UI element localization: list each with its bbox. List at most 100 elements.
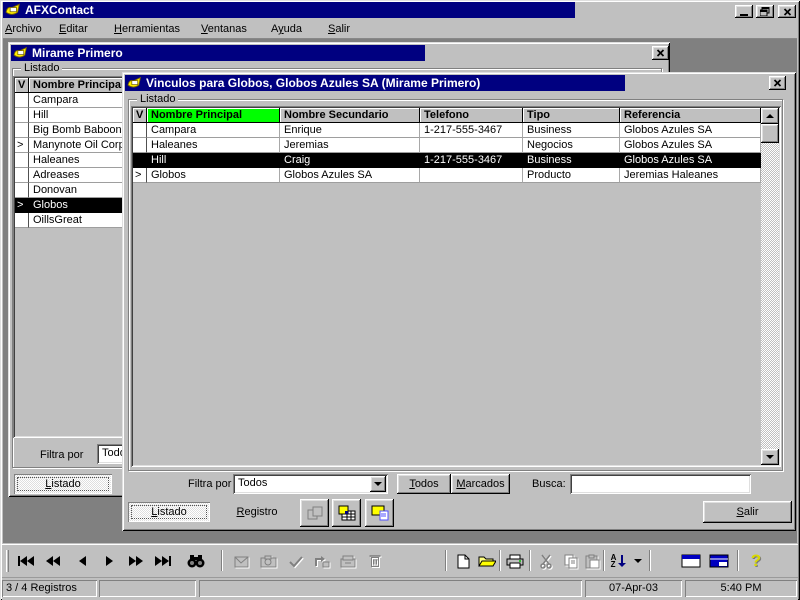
w2-scroll-up-button[interactable] <box>761 108 779 124</box>
print-button[interactable] <box>502 549 528 573</box>
table-row[interactable]: Hill Craig 1-217-555-3467 Business Globos Az… <box>133 153 761 168</box>
w2-linked-list-button[interactable] <box>332 499 361 527</box>
row-marker-cell: > <box>15 198 29 213</box>
toolbar-gripper[interactable] <box>6 550 9 572</box>
w2-filter-dropdown-button[interactable] <box>370 476 386 492</box>
view-detail-button[interactable] <box>705 549 732 573</box>
w2-icon <box>127 76 142 90</box>
row-marker-cell: > <box>15 138 29 153</box>
restore-button[interactable] <box>756 5 774 18</box>
new-document-button[interactable] <box>450 549 476 573</box>
w2-filter-combo[interactable]: Todos <box>233 474 388 494</box>
w2-scroll-thumb[interactable] <box>761 124 779 143</box>
w2-registro-button[interactable]: Registro <box>215 502 299 522</box>
toolbar: A Z? <box>2 544 798 578</box>
cell: Producto <box>523 168 620 183</box>
nav-forward-button[interactable] <box>124 549 148 573</box>
column-header-v[interactable]: V <box>15 78 29 93</box>
photo-button[interactable] <box>257 549 281 573</box>
menu-ventanas[interactable]: Ventanas <box>199 23 249 35</box>
status-panel-4: 5:40 PM <box>685 580 797 597</box>
row-marker-cell <box>133 138 147 153</box>
status-bar: 3 / 4 Registros 07-Apr-03 5:40 PM <box>2 578 798 600</box>
w2-listado-label: Listado <box>151 506 187 518</box>
row-marker-cell <box>133 123 147 138</box>
revert-button[interactable] <box>310 549 334 573</box>
menu-archivo[interactable]: Archivo <box>3 23 44 35</box>
w2-marcados-label: Marcados <box>456 478 505 490</box>
cell: Negocios <box>523 138 620 153</box>
column-header-telefono[interactable]: Telefono <box>420 108 523 123</box>
row-marker-cell <box>15 108 29 123</box>
w2-scroll-down-icon <box>766 455 774 459</box>
w2-todos-label: Todos <box>409 478 439 490</box>
column-header-nombre-principal[interactable]: Nombre Principal <box>147 108 280 123</box>
column-header-nombre-secundario[interactable]: Nombre Secundario <box>280 108 420 123</box>
close-button[interactable] <box>778 5 796 18</box>
sort-az-button[interactable]: AZ <box>606 549 631 573</box>
w2-link-button[interactable] <box>300 499 329 527</box>
column-header-referencia[interactable]: Referencia <box>620 108 761 123</box>
attach-button[interactable] <box>230 549 254 573</box>
w2-salir-button[interactable]: Salir <box>703 501 792 523</box>
app-title: AFXContact <box>25 3 94 17</box>
nav-rewind-button[interactable] <box>41 549 65 573</box>
open-folder-button[interactable] <box>474 549 500 573</box>
cell: Globos <box>147 168 280 183</box>
cell: Globos Azules SA <box>620 138 761 153</box>
find-binoculars-button[interactable] <box>183 549 209 573</box>
w1-listado-button[interactable]: Listado <box>14 474 112 494</box>
nav-previous-button[interactable] <box>70 549 94 573</box>
w1-titlebar[interactable]: Mirame Primero <box>11 45 425 61</box>
cell: Enrique <box>280 123 420 138</box>
paste-button[interactable] <box>579 549 605 573</box>
status-panel-1 <box>99 580 196 597</box>
table-row[interactable]: Campara Enrique 1-217-555-3467 Business Glob… <box>133 123 761 138</box>
w1-close-button[interactable] <box>652 46 669 60</box>
w2-listado-button[interactable]: Listado <box>128 502 210 522</box>
w1-group-label: Listado <box>21 63 63 74</box>
w2-scroll-down-button[interactable] <box>761 449 779 465</box>
w2-todos-button[interactable]: Todos <box>397 474 451 494</box>
nav-last-button[interactable] <box>151 549 175 573</box>
view-list-button[interactable] <box>677 549 704 573</box>
nav-first-button[interactable] <box>14 549 38 573</box>
row-marker-cell <box>15 183 29 198</box>
menu-editar[interactable]: Editar <box>57 23 90 35</box>
confirm-button[interactable] <box>284 549 308 573</box>
sort-dropdown-button[interactable] <box>631 549 644 573</box>
w2-marcados-button[interactable]: Marcados <box>451 474 510 494</box>
cell: 1-217-555-3467 <box>420 153 523 168</box>
delete-trash-button[interactable] <box>363 549 387 573</box>
menu-salir[interactable]: Salir <box>326 23 352 35</box>
cut-button[interactable] <box>533 549 559 573</box>
w2-titlebar[interactable]: Vinculos para Globos, Globos Azules SA (… <box>125 75 625 91</box>
cell: Business <box>523 123 620 138</box>
w2-close-button[interactable] <box>769 76 786 90</box>
menu-ayuda[interactable]: Ayuda <box>269 23 304 35</box>
help-button[interactable]: ? <box>743 549 769 573</box>
linked-list-icon <box>338 505 355 521</box>
w1-filter-label: Filtra por <box>40 449 84 461</box>
minimize-button[interactable] <box>735 5 753 18</box>
w2-scrollbar[interactable] <box>761 108 779 465</box>
column-header-v[interactable]: V <box>133 108 147 123</box>
toolbar-separator <box>737 550 739 571</box>
cell <box>420 138 523 153</box>
desktop: { "app": { "title": "AFXContact" }, "men… <box>0 0 800 600</box>
w2-linked-doc-button[interactable] <box>365 499 394 527</box>
table-row[interactable]: Haleanes Jeremias Negocios Globos Azules SA <box>133 138 761 153</box>
cell: Business <box>523 153 620 168</box>
cell: Jeremias <box>280 138 420 153</box>
menu-herramientas[interactable]: Herramientas <box>112 23 182 35</box>
main-titlebar[interactable]: AFXContact <box>3 2 575 18</box>
w2-busca-input[interactable] <box>570 474 751 494</box>
table-row[interactable]: > Globos Globos Azules SA Producto Jeremias … <box>133 168 761 183</box>
w2-title: Vinculos para Globos, Globos Azules SA (… <box>146 76 481 90</box>
cell: Globos Azules SA <box>280 168 420 183</box>
archive-button[interactable] <box>336 549 360 573</box>
w2-registro-label: Registro <box>236 506 278 518</box>
column-header-tipo[interactable]: Tipo <box>523 108 620 123</box>
cell: Campara <box>147 123 280 138</box>
nav-next-button[interactable] <box>97 549 121 573</box>
